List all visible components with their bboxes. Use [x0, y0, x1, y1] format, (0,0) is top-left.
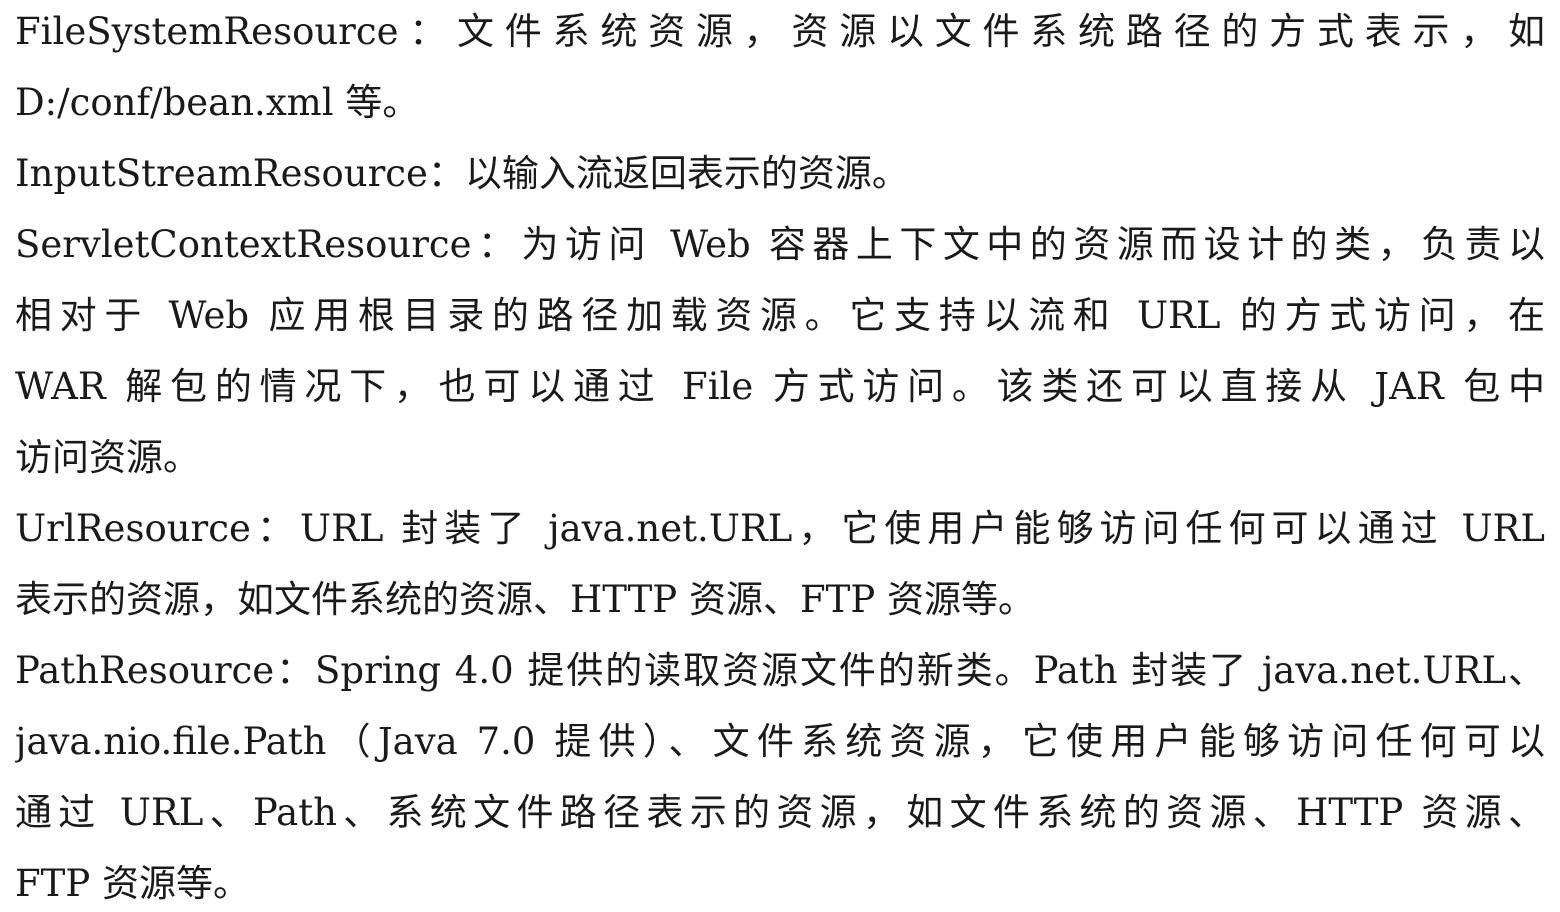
paragraph-servletcontextresource-line-4: 访问资源。	[15, 436, 200, 479]
paragraph-pathresource-line-1: PathResource：Spring 4.0 提供的读取资源文件的新类。Pat…	[15, 649, 1545, 692]
paragraph-urlresource-line-2: 表示的资源，如文件系统的资源、HTTP 资源、FTP 资源等。	[15, 578, 1035, 621]
document-page: FileSystemResource：文件系统资源，资源以文件系统路径的方式表示…	[0, 0, 1560, 912]
paragraph-pathresource-line-2: java.nio.file.Path（Java 7.0 提供）、文件系统资源，它…	[15, 720, 1545, 763]
paragraph-pathresource-line-3: 通过 URL、Path、系统文件路径表示的资源，如文件系统的资源、HTTP 资源…	[15, 791, 1545, 834]
paragraph-servletcontextresource-line-3: WAR 解包的情况下，也可以通过 File 方式访问。该类还可以直接从 JAR …	[15, 365, 1545, 408]
paragraph-pathresource-line-4: FTP 资源等。	[15, 862, 251, 905]
paragraph-servletcontextresource-line-1: ServletContextResource：为访问 Web 容器上下文中的资源…	[15, 223, 1545, 266]
paragraph-filesystemresource-line-2: D:/conf/bean.xml 等。	[15, 81, 420, 124]
paragraph-filesystemresource-line-1: FileSystemResource：文件系统资源，资源以文件系统路径的方式表示…	[15, 10, 1545, 53]
paragraph-inputstreamresource-line-1: InputStreamResource：以输入流返回表示的资源。	[15, 152, 909, 195]
paragraph-servletcontextresource-line-2: 相对于 Web 应用根目录的路径加载资源。它支持以流和 URL 的方式访问，在	[15, 294, 1545, 337]
paragraph-urlresource-line-1: UrlResource：URL 封装了 java.net.URL，它使用户能够访…	[15, 507, 1545, 550]
